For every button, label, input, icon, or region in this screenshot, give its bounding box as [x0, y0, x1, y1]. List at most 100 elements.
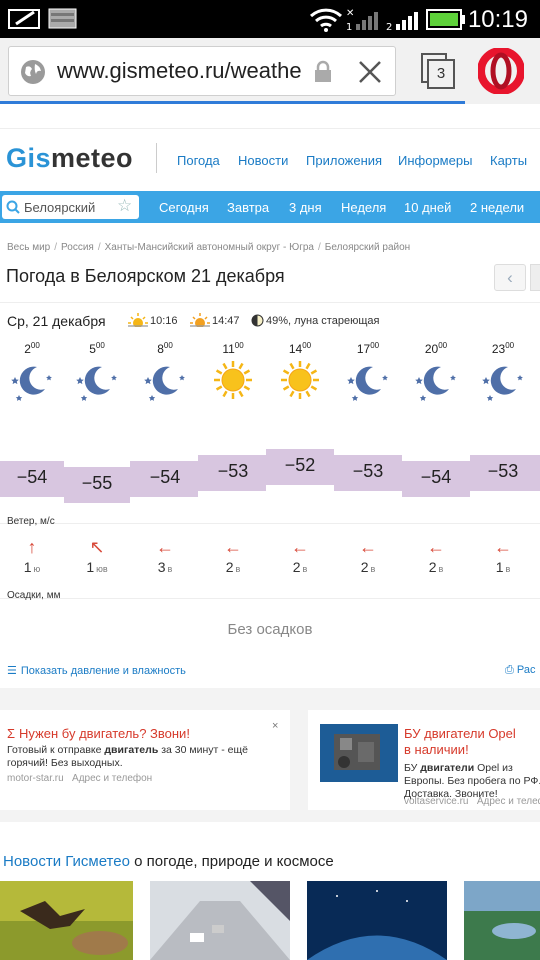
page-title: Погода в Белоярском 21 декабря [6, 266, 285, 286]
opera-logo-icon[interactable] [478, 48, 524, 94]
hour-label: 500 [89, 341, 105, 356]
tab-3days[interactable]: 3 дня [289, 200, 322, 215]
news-thumb-snow-road[interactable] [150, 881, 290, 960]
print-icon: ⎙ [505, 664, 514, 676]
sunset-time: 14:47 [212, 315, 240, 327]
sunrise-time: 10:16 [150, 315, 178, 327]
moon-phase-icon [251, 314, 264, 327]
nav-weather[interactable]: Погода [177, 153, 220, 168]
gismeteo-logo[interactable]: Gismeteo [6, 143, 133, 174]
news-thumb-eagle[interactable] [0, 881, 133, 960]
ad-card[interactable]: БУ двигатели Opel в наличии! БУ двигатели… [308, 710, 540, 810]
tab-2weeks[interactable]: 2 недели [470, 200, 524, 215]
wind-speed: 2в [225, 559, 241, 575]
moon-icon [482, 366, 523, 401]
temp-value: −53 [217, 461, 249, 481]
next-day-button[interactable] [530, 264, 540, 291]
breadcrumb-region[interactable]: Ханты-Мансийский автономный округ - Югра [105, 242, 314, 253]
temp-value: −54 [16, 467, 48, 487]
wind-speed: 2в [292, 559, 308, 575]
hour-label: 1700 [356, 341, 380, 356]
screen-off-icon [8, 9, 40, 29]
day-label: Ср, 21 декабря [7, 313, 106, 329]
temp-value: −54 [149, 467, 181, 487]
moon-icon [11, 366, 52, 401]
ad-mark-icon: Σ [7, 726, 16, 741]
wind-arrow-icon: ← [224, 537, 242, 557]
divider [0, 598, 540, 599]
divider [0, 523, 540, 524]
news-thumb-space[interactable] [307, 881, 447, 960]
news-heading: Новости Гисметео о погоде, природе и кос… [3, 853, 334, 870]
close-ad-icon[interactable]: × [272, 720, 278, 732]
wind-arrow-icon: ← [291, 537, 309, 557]
battery-icon [426, 9, 465, 30]
precip-value: Без осадков [227, 621, 313, 638]
temperature-band: −54 −55 −54 −53 −52 −53 −54 −53 [0, 449, 540, 503]
site-header: Gismeteo Погода Новости Приложения Инфор… [0, 128, 540, 190]
tab-today[interactable]: Сегодня [159, 200, 209, 215]
print-link[interactable]: ⎙ Рас [505, 664, 535, 677]
nav-maps[interactable]: Карты [490, 153, 527, 168]
address-bar[interactable]: www.gismeteo.ru/weathe [8, 46, 396, 96]
wind-speed: 1ю [23, 559, 41, 575]
tabs-button[interactable]: 3 [420, 52, 456, 90]
city-search[interactable]: Белоярский ☆ [2, 195, 139, 219]
svg-text:✕: ✕ [346, 8, 354, 19]
tab-count: 3 [436, 65, 446, 82]
url-text[interactable]: www.gismeteo.ru/weathe [57, 58, 307, 84]
hour-label: 2300 [491, 341, 515, 356]
ad-footer: motor-star.ru Адрес и телефон [7, 773, 153, 784]
wind-arrow-icon: ↖ [89, 537, 105, 557]
moon-icon [144, 366, 185, 401]
sun-icon [281, 361, 319, 399]
breadcrumb-district[interactable]: Белоярский район [325, 242, 410, 253]
period-tabs: Белоярский ☆ Сегодня Завтра 3 дня Неделя… [0, 191, 540, 223]
svg-text:1: 1 [346, 22, 352, 32]
page-load-progress [0, 101, 465, 104]
header-divider [156, 143, 157, 173]
city-name[interactable]: Белоярский [24, 200, 95, 215]
temp-value: −54 [420, 467, 452, 487]
show-pressure-link[interactable]: ☰ Показать давление и влажность [7, 664, 186, 677]
search-icon [6, 200, 20, 214]
ad-engine-image [320, 724, 398, 782]
ad-title[interactable]: БУ двигатели Opel в наличии! [404, 726, 516, 758]
ad-area: Σ Нужен бу двигатель? Звони! × Готовый к … [0, 688, 540, 822]
wind-speed: 3в [157, 559, 173, 575]
breadcrumb: Весь мир / Россия / Ханты-Мансийский автоном… [7, 242, 411, 253]
hour-label: 2000 [424, 341, 448, 356]
tab-tomorrow[interactable]: Завтра [227, 200, 269, 215]
ad-card[interactable]: Σ Нужен бу двигатель? Звони! × Готовый к … [0, 710, 290, 810]
moon-icon [76, 366, 117, 401]
signal-icon: 2 [386, 12, 418, 32]
nav-apps[interactable]: Приложения [306, 153, 382, 168]
close-icon[interactable] [358, 60, 382, 84]
lock-icon [315, 60, 331, 82]
browser-toolbar: www.gismeteo.ru/weathe 3 [0, 38, 540, 104]
breadcrumb-world[interactable]: Весь мир [7, 242, 50, 253]
sunset-icon [190, 313, 210, 327]
star-icon[interactable]: ☆ [117, 196, 132, 216]
wind-label: Ветер, м/с [7, 516, 55, 527]
nav-news[interactable]: Новости [238, 153, 288, 168]
wind-speed: 2в [360, 559, 376, 575]
ad-text: Готовый к отправке двигатель за 30 минут… [7, 744, 248, 769]
prev-day-button[interactable]: ‹ [494, 264, 526, 291]
temp-value: −53 [487, 461, 519, 481]
temp-value: −53 [352, 461, 384, 481]
ad-footer: voltaservice.ru Адрес и телефон [404, 796, 540, 807]
hour-label: 800 [157, 341, 173, 356]
tab-week[interactable]: Неделя [341, 200, 386, 215]
tab-10days[interactable]: 10 дней [404, 200, 451, 215]
ad-title[interactable]: Σ Нужен бу двигатель? Звони! [7, 726, 190, 741]
signal-x-icon: ✕ 1 [346, 8, 378, 32]
breadcrumb-russia[interactable]: Россия [61, 242, 94, 253]
clock: 10:19 [467, 6, 528, 33]
hour-label: 1400 [288, 341, 312, 356]
precip-label: Осадки, мм [7, 590, 61, 601]
temp-value: −55 [81, 473, 113, 493]
nav-informers[interactable]: Информеры [398, 153, 472, 168]
status-bar: ✕ 1 2 10:19 [0, 0, 540, 38]
news-thumb-landscape[interactable] [464, 881, 540, 960]
